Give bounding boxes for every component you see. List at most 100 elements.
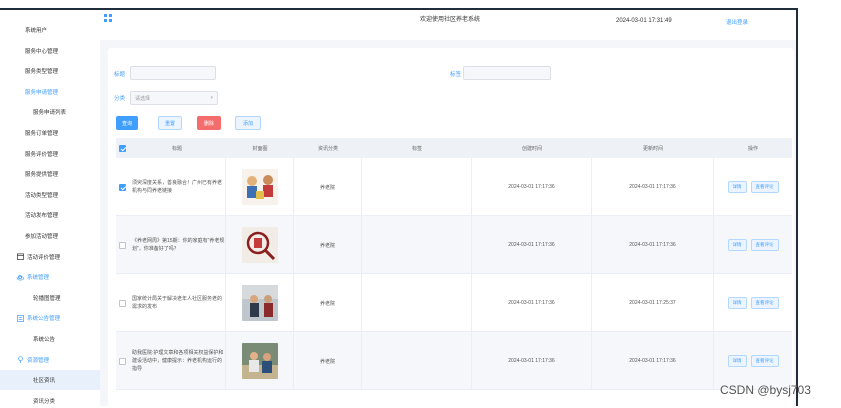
select-all-checkbox-cell[interactable] bbox=[116, 138, 128, 158]
created-time-cell: 2024-03-01 17:17:36 bbox=[472, 274, 592, 332]
detail-button[interactable]: 详情 bbox=[727, 355, 747, 367]
sidebar-item-label: 服务申请管理 bbox=[25, 89, 59, 96]
actions-cell: 详情 查看评论 bbox=[714, 332, 792, 390]
title-cell: 助我医院:护理文章和各项相关权益保护和建设活动中，健康提示：养老机构运行的指导 bbox=[128, 332, 226, 390]
sidebar-item[interactable]: 参加活动管理 bbox=[0, 226, 100, 246]
category-cell: 养老院 bbox=[294, 216, 362, 274]
title-filter-input[interactable] bbox=[130, 66, 216, 80]
sidebar-item[interactable]: 活动类型管理 bbox=[0, 185, 100, 205]
app-frame: 系统用户服务中心管理 服务类型管理服务申请管理服务申请列表服务订单管理服务评价管理… bbox=[0, 8, 798, 408]
cover-cell bbox=[226, 332, 294, 390]
column-header[interactable]: 创建时间 bbox=[472, 138, 592, 158]
view-comments-button[interactable]: 查看评论 bbox=[750, 181, 779, 193]
sidebar-item[interactable]: 服务提供管理 bbox=[0, 164, 100, 184]
table-header: 标题 封面图 资讯分类 标签 创建时间 更新时间 操作 bbox=[116, 138, 792, 158]
cover-thumbnail bbox=[241, 343, 278, 379]
sidebar-item[interactable]: 服务类型管理 bbox=[0, 61, 100, 81]
created-time-cell: 2024-03-01 17:17:36 bbox=[472, 332, 592, 390]
cover-cell bbox=[226, 158, 294, 216]
delete-button[interactable]: 删除 bbox=[197, 116, 221, 130]
column-header[interactable]: 更新时间 bbox=[592, 138, 714, 158]
table-row[interactable]: 《养老网周》第15期：你的家庭有"养老规划"，你准备好了吗？ 养老院 2024-03… bbox=[116, 216, 792, 274]
sidebar-item[interactable]: 系统用户 bbox=[0, 20, 100, 40]
search-button[interactable]: 查询 bbox=[116, 116, 138, 130]
row-checkbox[interactable] bbox=[118, 241, 126, 249]
title-cell: 须臾深度关系，善良融合！广州已有养老机构与同养老链接 bbox=[128, 158, 226, 216]
row-checkbox-cell[interactable] bbox=[116, 158, 128, 216]
detail-button[interactable]: 详情 bbox=[727, 297, 747, 309]
reset-button[interactable]: 重置 bbox=[158, 116, 182, 130]
sidebar-item-label: 社区资讯 bbox=[33, 378, 56, 385]
sidebar-item[interactable]: 活动发布管理 bbox=[0, 205, 100, 225]
content-panel: 标题 标签 分类 请选择 ▾ 查询 重置 删除 添加 标题 封面图 资讯分类 标签 创建… bbox=[108, 48, 794, 408]
row-checkbox-cell[interactable] bbox=[116, 274, 128, 332]
row-checkbox[interactable] bbox=[118, 357, 126, 365]
cover-thumbnail bbox=[241, 227, 278, 263]
actions-cell: 详情 查看评论 bbox=[714, 158, 792, 216]
table-row[interactable]: 须臾深度关系，善良融合！广州已有养老机构与同养老链接 养老院 2024-03-01 … bbox=[116, 158, 792, 216]
view-comments-button[interactable]: 查看评论 bbox=[750, 239, 779, 251]
main-content: 标题 标签 分类 请选择 ▾ 查询 重置 删除 添加 标题 封面图 资讯分类 标签 创建… bbox=[100, 40, 796, 408]
row-checkbox-cell[interactable] bbox=[116, 216, 128, 274]
tag-cell bbox=[362, 332, 472, 390]
current-datetime: 2024-03-01 17:31:49 bbox=[616, 18, 672, 24]
sidebar-item[interactable]: 活动评价管理 bbox=[0, 247, 100, 267]
column-header[interactable]: 资讯分类 bbox=[294, 138, 362, 158]
sidebar-item[interactable]: 轮播图管理 bbox=[0, 288, 100, 308]
sidebar-item[interactable]: 服务评价管理 bbox=[0, 144, 100, 164]
actions-cell: 详情 查看评论 bbox=[714, 216, 792, 274]
select-all-checkbox[interactable] bbox=[118, 144, 126, 152]
table-row[interactable]: 国家统计局关于解决老年人社区服务老的需求的发布 养老院 2024-03-01 17:… bbox=[116, 274, 792, 332]
column-header[interactable]: 操作 bbox=[714, 138, 792, 158]
add-button[interactable]: 添加 bbox=[235, 116, 261, 130]
table-row[interactable]: 助我医院:护理文章和各项相关权益保护和建设活动中，健康提示：养老机构运行的指导 养… bbox=[116, 332, 792, 390]
sidebar-item[interactable]: 系统公告 bbox=[0, 329, 100, 349]
logout-link[interactable]: 退出登录 bbox=[726, 18, 748, 26]
view-comments-button[interactable]: 查看评论 bbox=[750, 355, 779, 367]
sidebar-item[interactable]: 资讯分类 bbox=[0, 391, 100, 406]
sidebar-item-label: 活动发布管理 bbox=[25, 213, 59, 220]
sidebar-item-label: 资讯分类 bbox=[33, 398, 56, 405]
cover-thumbnail bbox=[241, 285, 278, 321]
sidebar-item-label: 活动评价管理 bbox=[27, 254, 61, 261]
sidebar-item-label: 系统公告 bbox=[33, 337, 56, 343]
tag-filter-input[interactable] bbox=[463, 66, 551, 80]
category-select-value: 请选择 bbox=[135, 95, 151, 102]
tag-cell bbox=[362, 158, 472, 216]
row-checkbox[interactable] bbox=[118, 183, 126, 191]
column-header[interactable]: 标签 bbox=[362, 138, 472, 158]
sidebar-item[interactable]: 服务订单管理 bbox=[0, 123, 100, 143]
sidebar-item[interactable]: 社区资讯 bbox=[0, 370, 100, 391]
created-time-cell: 2024-03-01 17:17:36 bbox=[472, 216, 592, 274]
cover-cell bbox=[226, 216, 294, 274]
detail-button[interactable]: 详情 bbox=[727, 239, 747, 251]
title-cell: 国家统计局关于解决老年人社区服务老的需求的发布 bbox=[128, 274, 226, 332]
title-cell: 《养老网周》第15期：你的家庭有"养老规划"，你准备好了吗？ bbox=[128, 216, 226, 274]
column-header[interactable]: 标题 bbox=[128, 138, 226, 158]
sidebar-item-label: 系统用户 bbox=[25, 28, 48, 34]
sidebar-item-label: 轮播图管理 bbox=[33, 295, 61, 302]
sidebar-item[interactable]: 资源管理 bbox=[0, 350, 100, 370]
sidebar-item[interactable]: 服务申请列表 bbox=[0, 102, 100, 122]
top-bar: 欢迎使用社区养老系统 2024-03-01 17:31:49 退出登录 bbox=[100, 10, 796, 40]
sidebar-item[interactable]: 系统管理 bbox=[0, 267, 100, 287]
sidebar-item[interactable]: 服务申请管理 bbox=[0, 82, 100, 102]
sidebar-item[interactable]: 系统公告管理 bbox=[0, 308, 100, 328]
sidebar: 系统用户服务中心管理 服务类型管理服务申请管理服务申请列表服务订单管理服务评价管理… bbox=[0, 10, 100, 406]
title-filter-label: 标题 bbox=[114, 72, 126, 78]
updated-time-cell: 2024-03-01 17:17:36 bbox=[592, 158, 714, 216]
row-checkbox-cell[interactable] bbox=[116, 332, 128, 390]
category-select[interactable]: 请选择 ▾ bbox=[130, 91, 218, 105]
sidebar-item-label: 活动类型管理 bbox=[25, 192, 59, 199]
view-comments-button[interactable]: 查看评论 bbox=[750, 297, 779, 309]
tag-cell bbox=[362, 216, 472, 274]
cover-cell bbox=[226, 274, 294, 332]
notice-icon bbox=[17, 314, 24, 322]
cloud-icon bbox=[17, 274, 24, 281]
sidebar-item[interactable]: 服务中心管理 bbox=[0, 41, 100, 61]
sidebar-item-label: 服务订单管理 bbox=[25, 131, 59, 137]
row-checkbox[interactable] bbox=[118, 299, 126, 307]
menu-grid-icon[interactable] bbox=[104, 14, 112, 22]
detail-button[interactable]: 详情 bbox=[727, 181, 747, 193]
column-header[interactable]: 封面图 bbox=[226, 138, 294, 158]
